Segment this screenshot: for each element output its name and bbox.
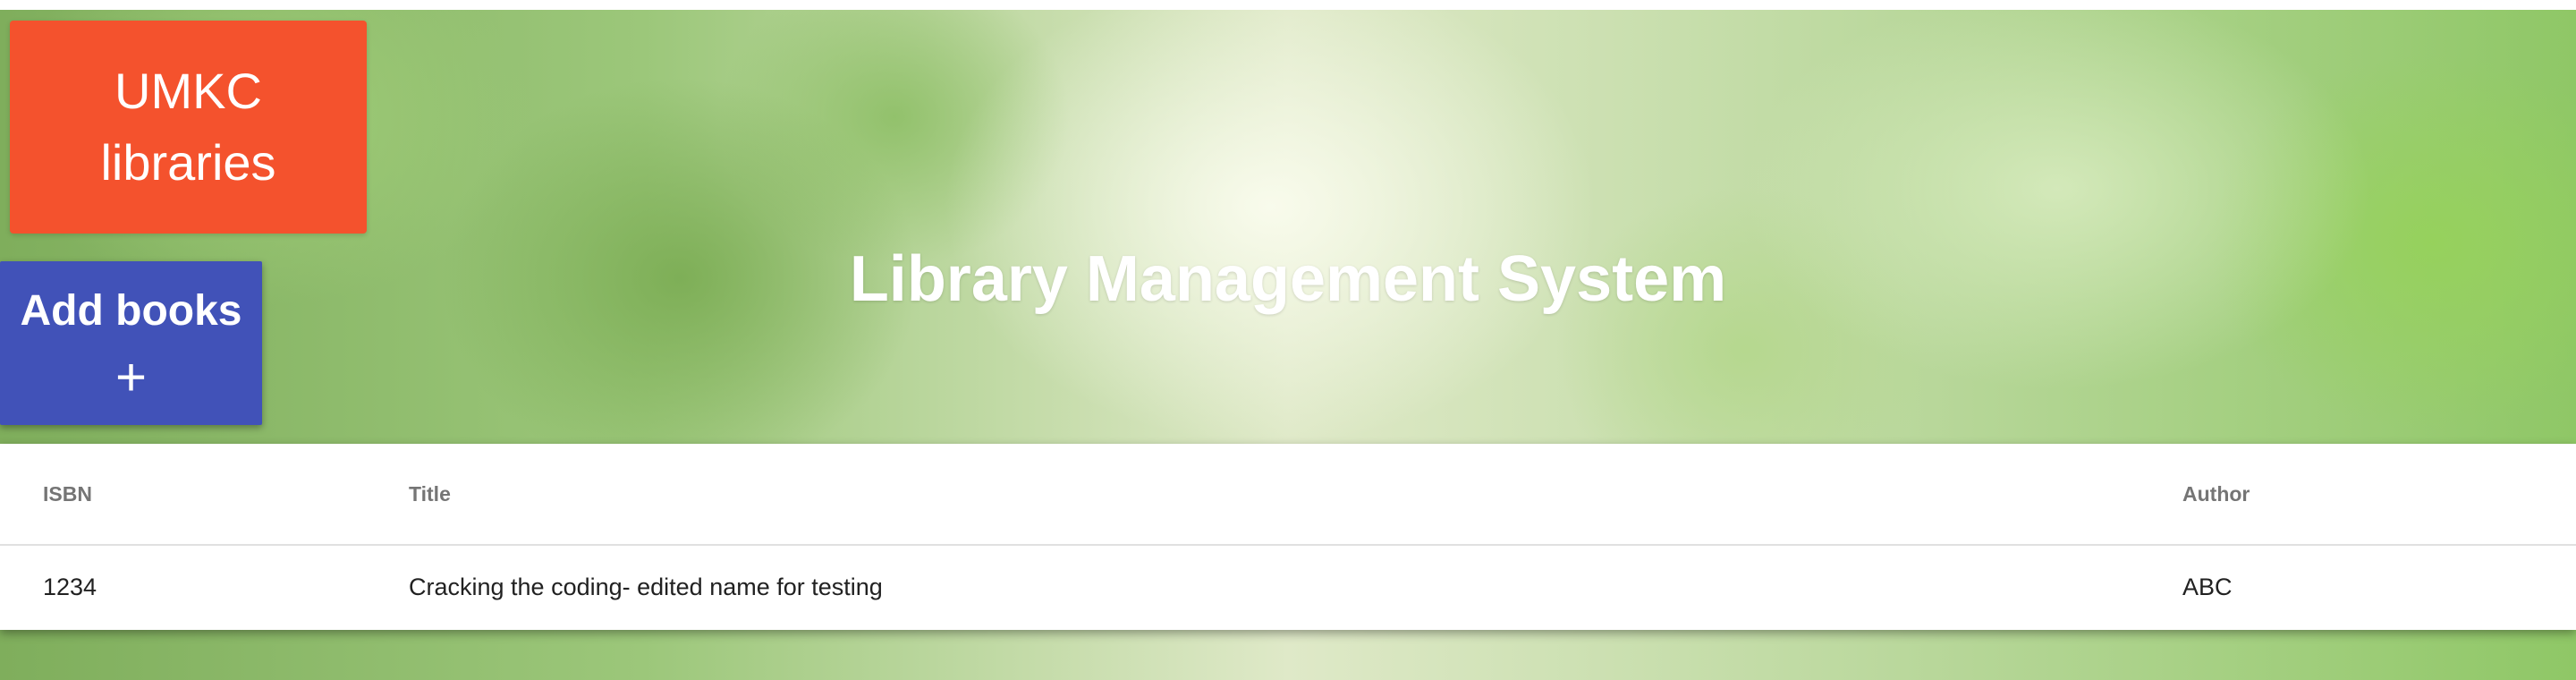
table-header-row: ISBN Title Author <box>0 444 2576 545</box>
cell-title: Cracking the coding- edited name for tes… <box>409 573 883 600</box>
cell-author: ABC <box>2182 573 2233 600</box>
books-table-card: ISBN Title Author 1234 Cracking the codi… <box>0 444 2576 630</box>
cell-isbn: 1234 <box>43 573 97 600</box>
table-row[interactable]: 1234 Cracking the coding- edited name fo… <box>0 545 2576 628</box>
add-books-button[interactable]: Add books + <box>0 261 262 425</box>
page-title: Library Management System <box>849 243 1727 315</box>
top-border <box>0 0 2576 10</box>
brand-line-2: libraries <box>100 134 276 191</box>
page: UMKC libraries Add books + Library Manag… <box>0 0 2576 680</box>
column-header-author: Author <box>2182 481 2250 506</box>
add-books-label: Add books <box>20 287 242 335</box>
brand-line-1: UMKC <box>114 63 262 119</box>
column-header-title: Title <box>409 481 451 506</box>
column-header-isbn: ISBN <box>43 481 92 506</box>
plus-icon: + <box>114 347 148 407</box>
brand-logo[interactable]: UMKC libraries <box>10 21 367 234</box>
books-table: ISBN Title Author 1234 Cracking the codi… <box>0 444 2576 628</box>
